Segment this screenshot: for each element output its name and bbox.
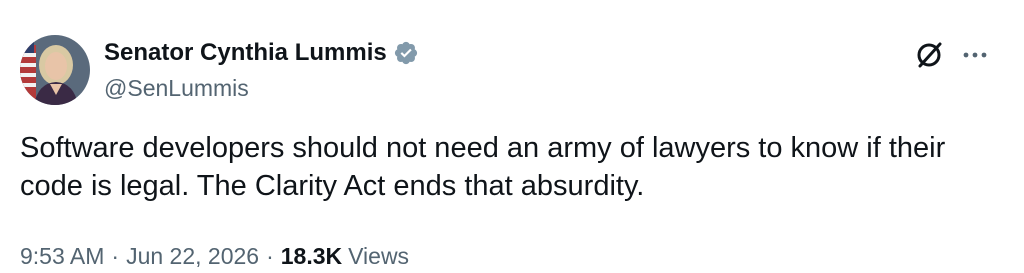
verified-badge-icon[interactable] — [393, 40, 419, 66]
avatar-image — [20, 35, 90, 105]
meta-separator: · — [111, 242, 120, 269]
tweet-card: Senator Cynthia Lummis @SenLummis Softwa… — [0, 0, 1024, 273]
tweet-time[interactable]: 9:53 AM — [20, 243, 104, 270]
tweet-date[interactable]: Jun 22, 2026 — [126, 243, 259, 270]
views-count: 18.3K — [280, 242, 343, 269]
meta-separator: · — [266, 242, 274, 269]
tweet-text: Software developers should not need an a… — [20, 132, 946, 202]
grok-icon[interactable] — [912, 38, 946, 72]
tweet-meta: 9:53 AM · Jun 22, 2026 · 18.3K Views — [20, 240, 409, 272]
author-display-name[interactable]: Senator Cynthia Lummis — [104, 38, 387, 68]
author-handle[interactable]: @SenLummis — [104, 74, 249, 102]
avatar[interactable] — [20, 35, 90, 105]
more-options-icon[interactable] — [958, 38, 992, 72]
views-label: Views — [348, 242, 410, 269]
author-name-row: Senator Cynthia Lummis — [104, 38, 419, 68]
